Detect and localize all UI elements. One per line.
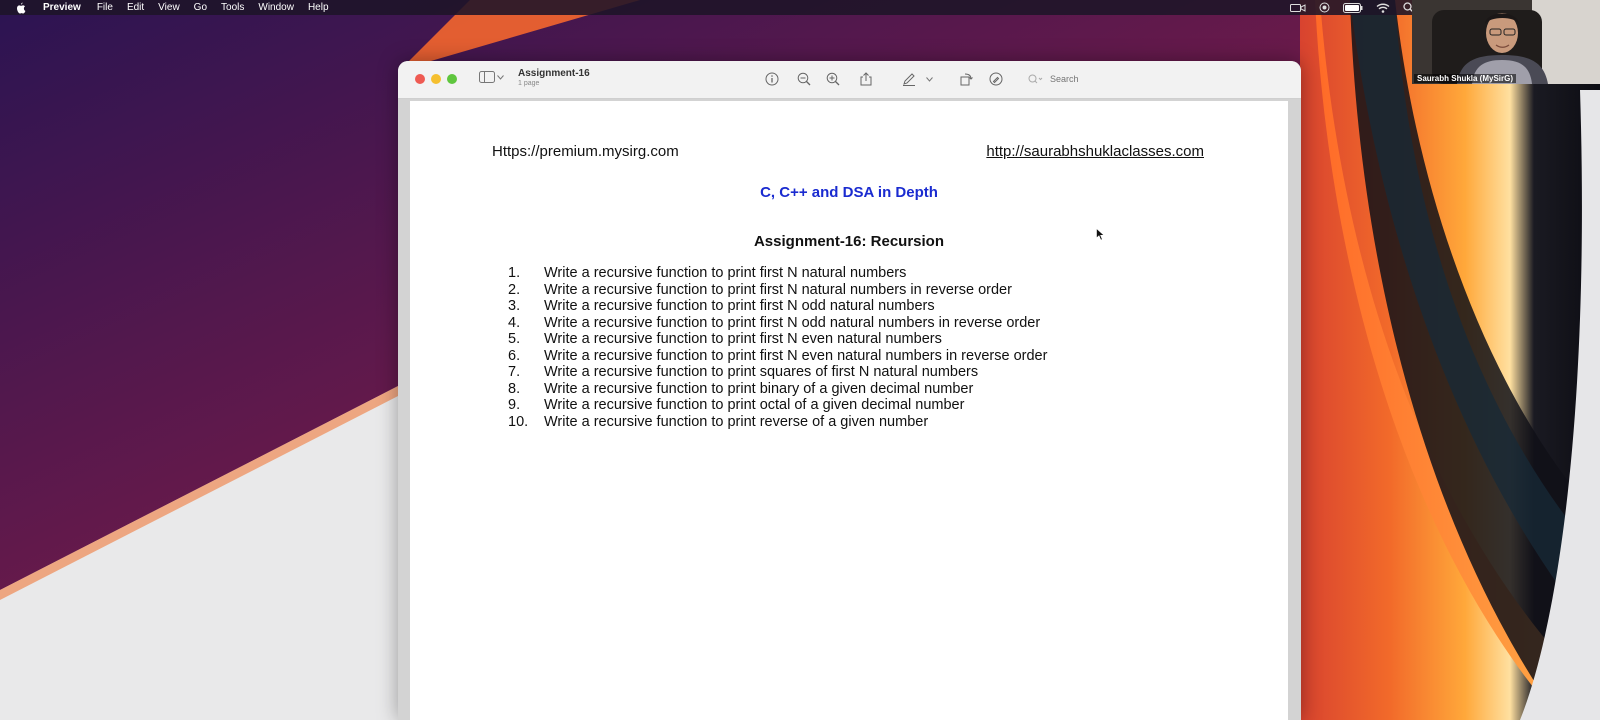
zoom-button[interactable] [447,74,457,84]
screen-record-icon[interactable] [1319,2,1330,13]
camera-icon[interactable] [1290,3,1306,13]
battery-icon[interactable] [1343,2,1363,13]
question-number: 1. [508,265,521,281]
menu-tools[interactable]: Tools [221,2,244,13]
zoom-out-icon[interactable] [797,72,811,86]
sidebar-toggle-button[interactable] [479,71,504,83]
chevron-down-icon [497,74,504,80]
list-item: 5. Write a recursive function to print fi… [508,331,1047,348]
question-number: 7. [508,364,521,380]
list-item: 9. Write a recursive function to print oc… [508,397,1047,414]
info-icon[interactable] [765,72,779,86]
link-premium-mysirg[interactable]: Https://premium.mysirg.com [492,143,679,160]
menu-view[interactable]: View [158,2,180,13]
link-saurabhshuklaclasses[interactable]: http://saurabhshuklaclasses.com [986,143,1204,160]
list-item: 4. Write a recursive function to print fi… [508,315,1047,332]
apple-menu-icon[interactable] [15,2,29,14]
question-number: 3. [508,298,521,314]
question-text: Write a recursive function to print squa… [544,364,979,380]
question-text: Write a recursive function to print firs… [544,298,935,314]
question-number: 4. [508,314,521,331]
question-text: Write a recursive function to print octa… [544,397,965,413]
wifi-icon[interactable] [1376,3,1390,13]
course-title: C, C++ and DSA in Depth [760,184,938,201]
document-page: Https://premium.mysirg.com http://saurab… [410,101,1288,720]
sidebar-icon [479,71,495,83]
list-item: 6. Write a recursive function to print fi… [508,348,1047,365]
document-page-count: 1 page [518,80,540,87]
question-text: Write a recursive function to print firs… [544,314,1041,331]
search-icon [1028,74,1043,83]
question-number: 10. [508,413,529,430]
question-text: Write a recursive function to print firs… [544,281,1012,298]
question-number: 2. [508,281,521,298]
menu-file[interactable]: File [97,2,113,13]
list-item: 10. Write a recursive function to print r… [508,414,1047,431]
webcam-video [1412,0,1600,84]
question-text: Write a recursive function to print firs… [544,265,907,281]
window-titlebar[interactable]: Assignment-16 1 page [398,61,1301,99]
rotate-icon[interactable] [959,72,973,86]
list-item: 8. Write a recursive function to print bi… [508,381,1047,398]
menu-bar: Preview File Edit View Go Tools Window H… [0,0,1600,15]
question-text: Write a recursive function to print firs… [544,347,1048,364]
chevron-down-icon[interactable] [922,72,936,86]
webcam-overlay: Saurabh Shukla (MySirG) [1412,0,1600,84]
minimize-button[interactable] [431,74,441,84]
menu-edit[interactable]: Edit [127,2,144,13]
list-item: 2. Write a recursive function to print fi… [508,282,1047,299]
list-item: 1. Write a recursive function to print fi… [508,265,1047,282]
close-button[interactable] [415,74,425,84]
question-text: Write a recursive function to print bina… [544,380,974,397]
list-item: 3. Write a recursive function to print fi… [508,298,1047,315]
menu-go[interactable]: Go [194,2,207,13]
question-list: 1. Write a recursive function to print fi… [508,265,1047,430]
preview-window: Assignment-16 1 page Ht [398,61,1301,720]
list-item: 7. Write a recursive function to print sq… [508,364,1047,381]
question-number: 9. [508,397,521,413]
markup-icon[interactable] [989,72,1003,86]
menu-window[interactable]: Window [258,2,294,13]
mouse-pointer-icon [1096,228,1105,241]
share-icon[interactable] [859,72,873,86]
participant-name: Saurabh Shukla (MySirG) [1414,74,1517,83]
menu-help[interactable]: Help [308,2,329,13]
document-title: Assignment-16 [518,68,590,79]
zoom-in-icon[interactable] [826,72,840,86]
search-input[interactable] [1048,72,1142,85]
menu-app-preview[interactable]: Preview [43,2,81,13]
markup-pen-icon[interactable] [902,72,916,86]
status-area [1290,0,1414,15]
question-number: 6. [508,347,521,364]
question-number: 5. [508,331,521,347]
search-field[interactable] [1028,70,1148,87]
question-text: Write a recursive function to print firs… [544,331,942,347]
assignment-title: Assignment-16: Recursion [753,233,945,250]
question-text: Write a recursive function to print reve… [544,413,929,430]
question-number: 8. [508,380,521,397]
